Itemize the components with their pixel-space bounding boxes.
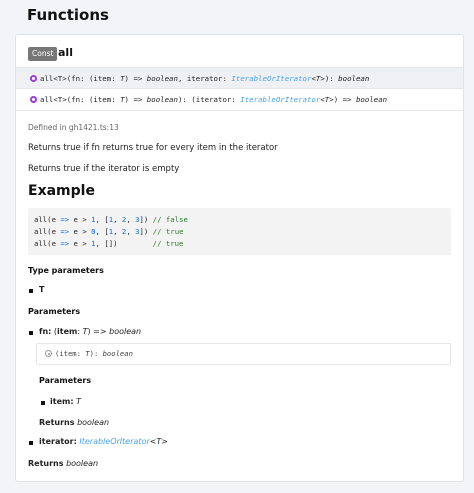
function-kind-icon [30,96,37,103]
sig-type: boolean [355,95,388,104]
const-badge: Const [28,47,58,61]
parameters-heading: Parameters [28,307,81,316]
example-heading: Example [28,183,95,199]
inner-returns: Returns boolean [39,418,110,427]
type-link[interactable]: IterableOrIterator [231,74,311,83]
inner-param-item: item: T [50,397,81,406]
code-line: all(e => e > 0, [1, 2, 3]) // true [34,227,184,236]
signature-2[interactable]: all<T>(fn: (item: T) => boolean): (itera… [16,89,463,111]
sig-text: , iterator: [177,74,232,83]
description-2: Returns true if the iterator is empty [28,164,180,174]
sig-text: ) => [333,95,356,104]
description-1: Returns true if fn returns true for ever… [28,143,278,153]
type-parameters-heading: Type parameters [28,266,104,275]
list-bullet [41,401,45,405]
sig-type: boolean [338,74,370,83]
call-signature-icon [45,350,52,357]
code-line: all(e => e > 1, []) // true [34,239,184,248]
code-line: all(e => e > 1, [1, 2, 3]) // false [34,215,188,224]
sig-text: all<T>(fn: (item: [40,95,121,104]
inner-parameters-heading: Parameters [39,376,92,385]
sig-text: ): (iterator: [177,95,241,104]
sig-text: ): [324,74,339,83]
signature-1[interactable]: all<T>(fn: (item: T) => boolean, iterato… [16,67,463,89]
example-code-block: all(e => e > 1, [1, 2, 3]) // false all(… [28,208,451,255]
sig-type: boolean [146,74,178,83]
list-bullet [29,441,33,445]
type-param-t: T [39,285,45,294]
member-name: all [58,46,73,59]
type-link[interactable]: IterableOrIterator [79,437,149,446]
function-kind-icon [30,75,37,82]
param-iterator: iterator: IterableOrIterator<T> [39,437,169,446]
sig-type: boolean [146,95,178,104]
defined-in: Defined in gh1421.ts:13 [28,123,119,132]
sig-text: ) => [124,95,147,104]
type-link[interactable]: IterableOrIterator [240,95,320,104]
param-fn: fn: (item: T) => boolean [39,327,142,336]
sig-text: ) => [124,74,147,83]
list-bullet [29,331,33,335]
inner-signature[interactable]: (item: T): boolean [36,343,451,365]
page-title: Functions [27,6,109,24]
returns: Returns boolean [28,459,99,468]
member-card: Const all all<T>(fn: (item: T) => boolea… [15,34,464,482]
list-bullet [29,289,33,293]
sig-text: all<T>(fn: (item: [40,74,121,83]
